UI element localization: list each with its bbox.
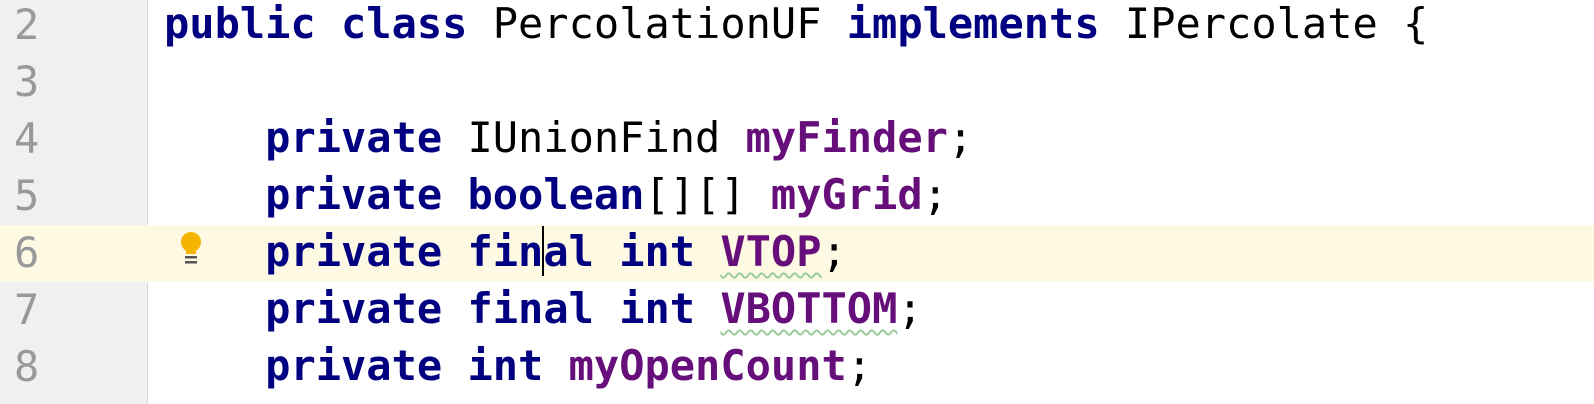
keyword-token: private [265, 170, 443, 219]
line-number: 3 [14, 57, 40, 106]
field-token: myOpenCount [568, 341, 847, 390]
gutter-cell[interactable]: 5 [0, 168, 147, 225]
gutter-cell[interactable]: 6 [0, 225, 201, 282]
code-line[interactable]: 8 private int myOpenCount; [0, 339, 1594, 396]
field-token-warning: VTOP [720, 227, 822, 276]
keyword-token: private [265, 227, 443, 276]
code-token: ; [821, 227, 847, 276]
line-number: 6 [14, 228, 40, 277]
code-text[interactable]: private final int VBOTTOM; [164, 283, 923, 335]
code-text[interactable]: private final int VTOP; [164, 226, 847, 278]
code-text[interactable]: public class PercolationUF implements IP… [164, 0, 1428, 50]
keyword-token: public [164, 0, 316, 48]
keyword-token: class [341, 0, 468, 48]
code-line[interactable]: 6 private final int VTOP; [0, 225, 1594, 282]
code-line[interactable]: 3 [0, 54, 1594, 111]
keyword-token: int [619, 227, 696, 276]
code-token: ; [846, 341, 873, 390]
gutter-cell[interactable]: 8 [0, 339, 147, 396]
gutter-cell[interactable]: 3 [0, 54, 147, 111]
code-token: ; [947, 113, 974, 162]
code-token: IUnionFind [442, 113, 746, 162]
keyword-token: implements [846, 0, 1100, 48]
code-text[interactable]: private boolean[][] myGrid; [164, 169, 948, 221]
field-token: myFinder [745, 113, 948, 162]
code-token: IPercolate { [1099, 0, 1429, 48]
line-number: 2 [14, 0, 40, 49]
code-text[interactable]: private IUnionFind myFinder; [164, 112, 973, 164]
code-line[interactable]: 7 private final int VBOTTOM; [0, 282, 1594, 339]
gutter-cell[interactable]: 2 [0, 0, 147, 54]
keyword-token: int [467, 341, 544, 390]
keyword-token: private [265, 113, 443, 162]
code-line[interactable]: 5 private boolean[][] myGrid; [0, 168, 1594, 225]
line-number: 8 [14, 342, 40, 391]
field-token-warning: VBOTTOM [720, 284, 898, 333]
code-token: PercolationUF [467, 0, 847, 48]
line-number: 5 [14, 171, 40, 220]
gutter-cell[interactable]: 4 [0, 111, 147, 168]
code-token: [][] [644, 170, 771, 219]
keyword-token: fin [467, 227, 544, 276]
gutter-cell[interactable]: 7 [0, 282, 147, 339]
code-line[interactable]: 2 public class PercolationUF implements I… [0, 0, 1594, 54]
keyword-token: int [619, 284, 696, 333]
field-token: myGrid [770, 170, 923, 219]
keyword-token: al [543, 227, 594, 276]
keyword-token: boolean [467, 170, 645, 219]
line-number: 4 [14, 114, 40, 163]
line-number: 7 [14, 285, 40, 334]
code-token: ; [922, 170, 948, 219]
code-text[interactable]: private int myOpenCount; [164, 340, 872, 392]
keyword-token: private [265, 284, 443, 333]
keyword-token: private [265, 341, 443, 390]
keyword-token: final [467, 284, 594, 333]
code-token: ; [897, 284, 923, 333]
code-line[interactable]: 4 private IUnionFind myFinder; [0, 111, 1594, 168]
code-editor[interactable]: 2 public class PercolationUF implements I… [0, 0, 1594, 404]
